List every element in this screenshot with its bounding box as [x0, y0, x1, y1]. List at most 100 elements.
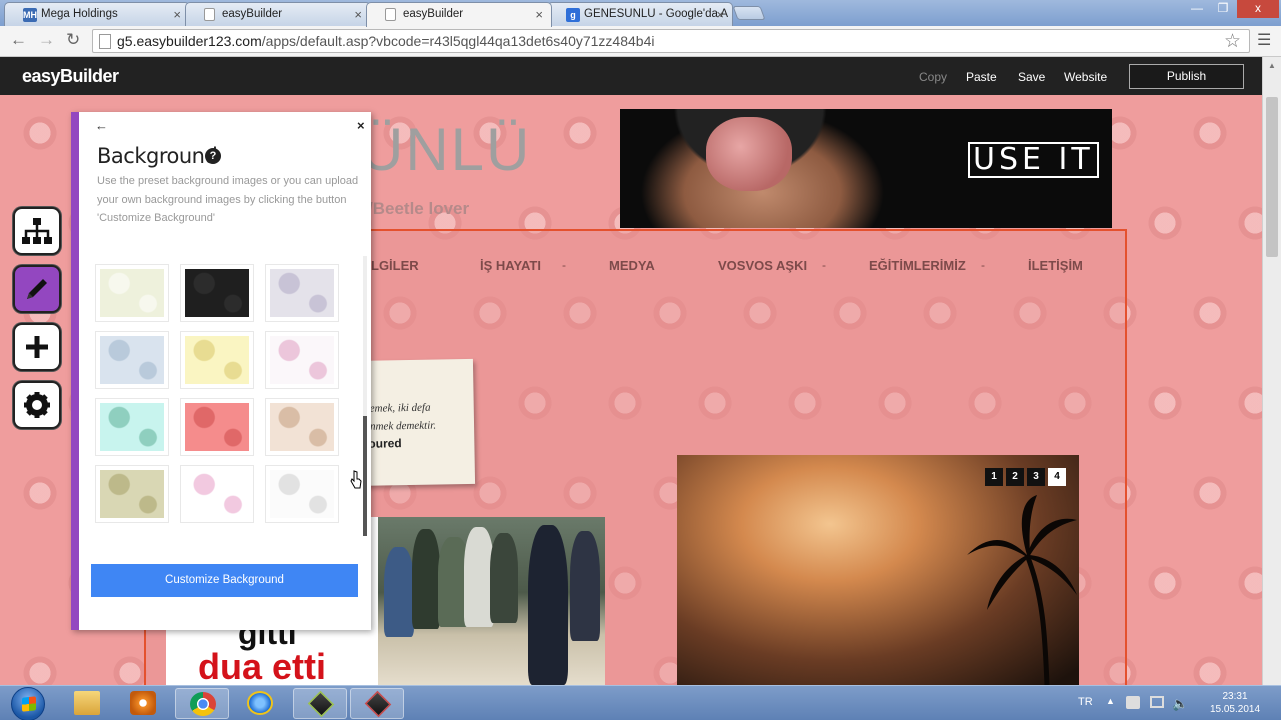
slider-page-2[interactable]: 2 — [1006, 468, 1024, 486]
taskbar-app-1[interactable] — [293, 688, 347, 719]
background-swatch[interactable] — [95, 465, 169, 523]
taskbar-media-player[interactable] — [116, 688, 170, 719]
tab-close-icon[interactable]: × — [354, 7, 362, 22]
tab-label: easyBuilder — [222, 8, 283, 20]
system-clock[interactable]: 23:31 15.05.2014 — [1200, 690, 1270, 716]
pattern-motif — [1190, 475, 1230, 515]
background-swatch[interactable] — [180, 331, 254, 389]
tab-close-icon[interactable]: × — [535, 7, 543, 22]
swatch-preview — [185, 269, 249, 317]
bookmark-star-icon[interactable]: ☆ — [1224, 30, 1241, 53]
tab-mega-holdings[interactable]: MH Mega Holdings × — [4, 2, 190, 26]
save-button[interactable]: Save — [1018, 70, 1045, 84]
background-swatch-grid — [95, 264, 353, 534]
edit-tool-button[interactable] — [13, 265, 61, 313]
pattern-motif — [1190, 655, 1230, 685]
nav-item-medya[interactable]: MEDYA — [609, 258, 655, 273]
website-button[interactable]: Website — [1064, 70, 1107, 84]
window-close-icon[interactable]: x — [1237, 0, 1279, 18]
help-icon[interactable]: ? — [205, 148, 221, 164]
mega-holdings-favicon: MH — [23, 8, 37, 22]
volume-icon[interactable]: 🔈 — [1172, 696, 1188, 712]
background-swatch[interactable] — [180, 398, 254, 456]
tab-close-icon[interactable]: × — [716, 7, 724, 22]
back-arrow-icon[interactable]: ← — [95, 118, 108, 133]
panel-scrollbar-thumb[interactable] — [363, 416, 367, 536]
publish-button[interactable]: Publish — [1129, 64, 1244, 89]
close-icon[interactable]: × — [357, 118, 365, 133]
browser-menu-icon[interactable]: ☰ — [1257, 30, 1271, 50]
panel-scrollbar[interactable] — [363, 256, 367, 536]
back-arrow-icon[interactable]: ← — [10, 30, 27, 50]
tab-label: GENESUNLU - Google'da A — [584, 8, 729, 20]
background-swatch[interactable] — [180, 465, 254, 523]
maximize-icon[interactable]: ❐ — [1209, 0, 1237, 18]
show-hidden-icons[interactable]: ▲ — [1106, 696, 1115, 706]
sitemap-tool-button[interactable] — [13, 207, 61, 255]
media-player-icon — [130, 691, 156, 715]
tab-easybuilder-2[interactable]: easyBuilder × — [366, 2, 552, 27]
nav-item-vosvos-aski[interactable]: VOSVOS AŞKI — [718, 258, 807, 273]
pattern-motif — [20, 115, 60, 155]
pattern-motif — [1145, 565, 1185, 605]
taskbar-chrome[interactable] — [175, 688, 229, 719]
forward-arrow-icon[interactable]: → — [38, 30, 55, 50]
scroll-up-icon[interactable]: ▲ — [1268, 61, 1276, 70]
taskbar-explorer[interactable] — [60, 688, 114, 719]
browser-tab-bar: MH Mega Holdings × easyBuilder × easyBui… — [0, 0, 1281, 27]
address-bar[interactable]: g5.easybuilder123.com/apps/default.asp?v… — [92, 29, 1250, 53]
nav-item-bilgiler[interactable]: LGİLER — [371, 258, 419, 273]
taskbar-ie[interactable] — [233, 688, 287, 719]
nav-item-iletisim[interactable]: İLETİŞİM — [1028, 258, 1083, 273]
network-icon[interactable] — [1150, 696, 1164, 708]
nav-item-is-hayati[interactable]: İŞ HAYATI — [480, 258, 541, 273]
gear-icon — [24, 392, 50, 418]
pattern-motif — [20, 475, 60, 515]
background-swatch[interactable] — [265, 264, 339, 322]
nav-item-egitimlerimiz[interactable]: EĞİTİMLERİMİZ — [869, 258, 966, 273]
quote-author: oured — [368, 436, 402, 451]
new-tab-button[interactable] — [732, 6, 766, 20]
news-photo[interactable] — [378, 517, 605, 685]
action-center-icon[interactable] — [1126, 696, 1140, 709]
background-swatch[interactable] — [95, 398, 169, 456]
site-title[interactable]: ÜNLÜ — [360, 115, 531, 184]
site-subtitle[interactable]: /Beetle lover — [368, 199, 469, 219]
background-swatch[interactable] — [265, 465, 339, 523]
settings-tool-button[interactable] — [13, 381, 61, 429]
scrollbar-thumb[interactable] — [1266, 97, 1278, 257]
pattern-motif — [1145, 205, 1185, 245]
minimize-icon[interactable]: — — [1183, 0, 1211, 18]
slider-page-4[interactable]: 4 — [1048, 468, 1066, 486]
background-swatch[interactable] — [95, 264, 169, 322]
page-icon — [99, 34, 111, 49]
image-slider[interactable] — [677, 455, 1079, 685]
internet-explorer-icon — [247, 691, 273, 715]
tab-label: easyBuilder — [403, 8, 464, 20]
language-indicator[interactable]: TR — [1078, 696, 1093, 708]
taskbar-app-2[interactable] — [350, 688, 404, 719]
customize-background-button[interactable]: Customize Background — [91, 564, 358, 597]
tab-easybuilder-1[interactable]: easyBuilder × — [185, 2, 371, 26]
slider-page-1[interactable]: 1 — [985, 468, 1003, 486]
swatch-preview — [270, 470, 334, 518]
tab-google[interactable]: g GENESUNLU - Google'da A × — [547, 2, 733, 26]
use-it-logo: USE IT — [968, 142, 1099, 178]
easybuilder-logo: easyBuilder — [22, 66, 119, 86]
url-text: g5.easybuilder123.com/apps/default.asp?v… — [117, 33, 655, 49]
copy-button[interactable]: Copy — [919, 70, 947, 84]
background-swatch[interactable] — [265, 331, 339, 389]
background-swatch[interactable] — [265, 398, 339, 456]
add-tool-button[interactable] — [13, 323, 61, 371]
hand-cursor-icon — [350, 470, 362, 489]
start-button[interactable] — [11, 687, 45, 720]
swatch-preview — [100, 269, 164, 317]
background-swatch[interactable] — [180, 264, 254, 322]
slider-page-3[interactable]: 3 — [1027, 468, 1045, 486]
page-scrollbar[interactable]: ▲ — [1262, 57, 1281, 685]
tab-close-icon[interactable]: × — [173, 7, 181, 22]
paste-button[interactable]: Paste — [966, 70, 997, 84]
background-swatch[interactable] — [95, 331, 169, 389]
pattern-motif — [1190, 295, 1230, 335]
reload-icon[interactable]: ↻ — [66, 30, 80, 50]
